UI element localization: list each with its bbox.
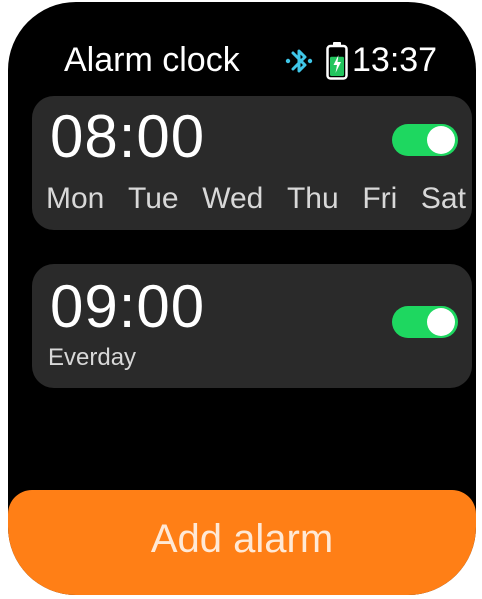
add-alarm-label: Add alarm — [150, 517, 334, 561]
toggle-knob — [427, 308, 455, 336]
day-label: Fri — [362, 182, 398, 215]
status-time: 13:37 — [352, 41, 438, 79]
alarm-toggle[interactable] — [392, 124, 458, 156]
battery-charging-icon — [326, 42, 348, 80]
toggle-knob — [427, 126, 455, 154]
alarm-item[interactable]: 08:00 Mon Tue Wed Thu Fri Sat — [32, 96, 472, 230]
day-label: Thu — [286, 182, 339, 215]
alarm-days: Mon Tue Wed Thu Fri Sat — [46, 182, 466, 216]
status-bar: Alarm clock 13:37 — [8, 38, 476, 86]
app-title: Alarm clock — [64, 41, 240, 79]
bluetooth-icon — [285, 49, 313, 73]
add-alarm-button[interactable]: Add alarm — [8, 490, 476, 595]
alarm-item[interactable]: 09:00 Everday — [32, 264, 472, 388]
day-label: Sat — [420, 182, 466, 215]
day-label: Wed — [202, 182, 264, 215]
watch-screen: Alarm clock 13:37 08:00 Mon Tue Wed Thu … — [8, 2, 476, 595]
day-label: Mon — [46, 182, 105, 215]
alarm-toggle[interactable] — [392, 306, 458, 338]
alarm-repeat-label: Everday — [48, 344, 137, 371]
alarm-time: 09:00 — [50, 273, 206, 340]
alarm-time: 08:00 — [50, 103, 206, 170]
day-label: Tue — [127, 182, 179, 215]
